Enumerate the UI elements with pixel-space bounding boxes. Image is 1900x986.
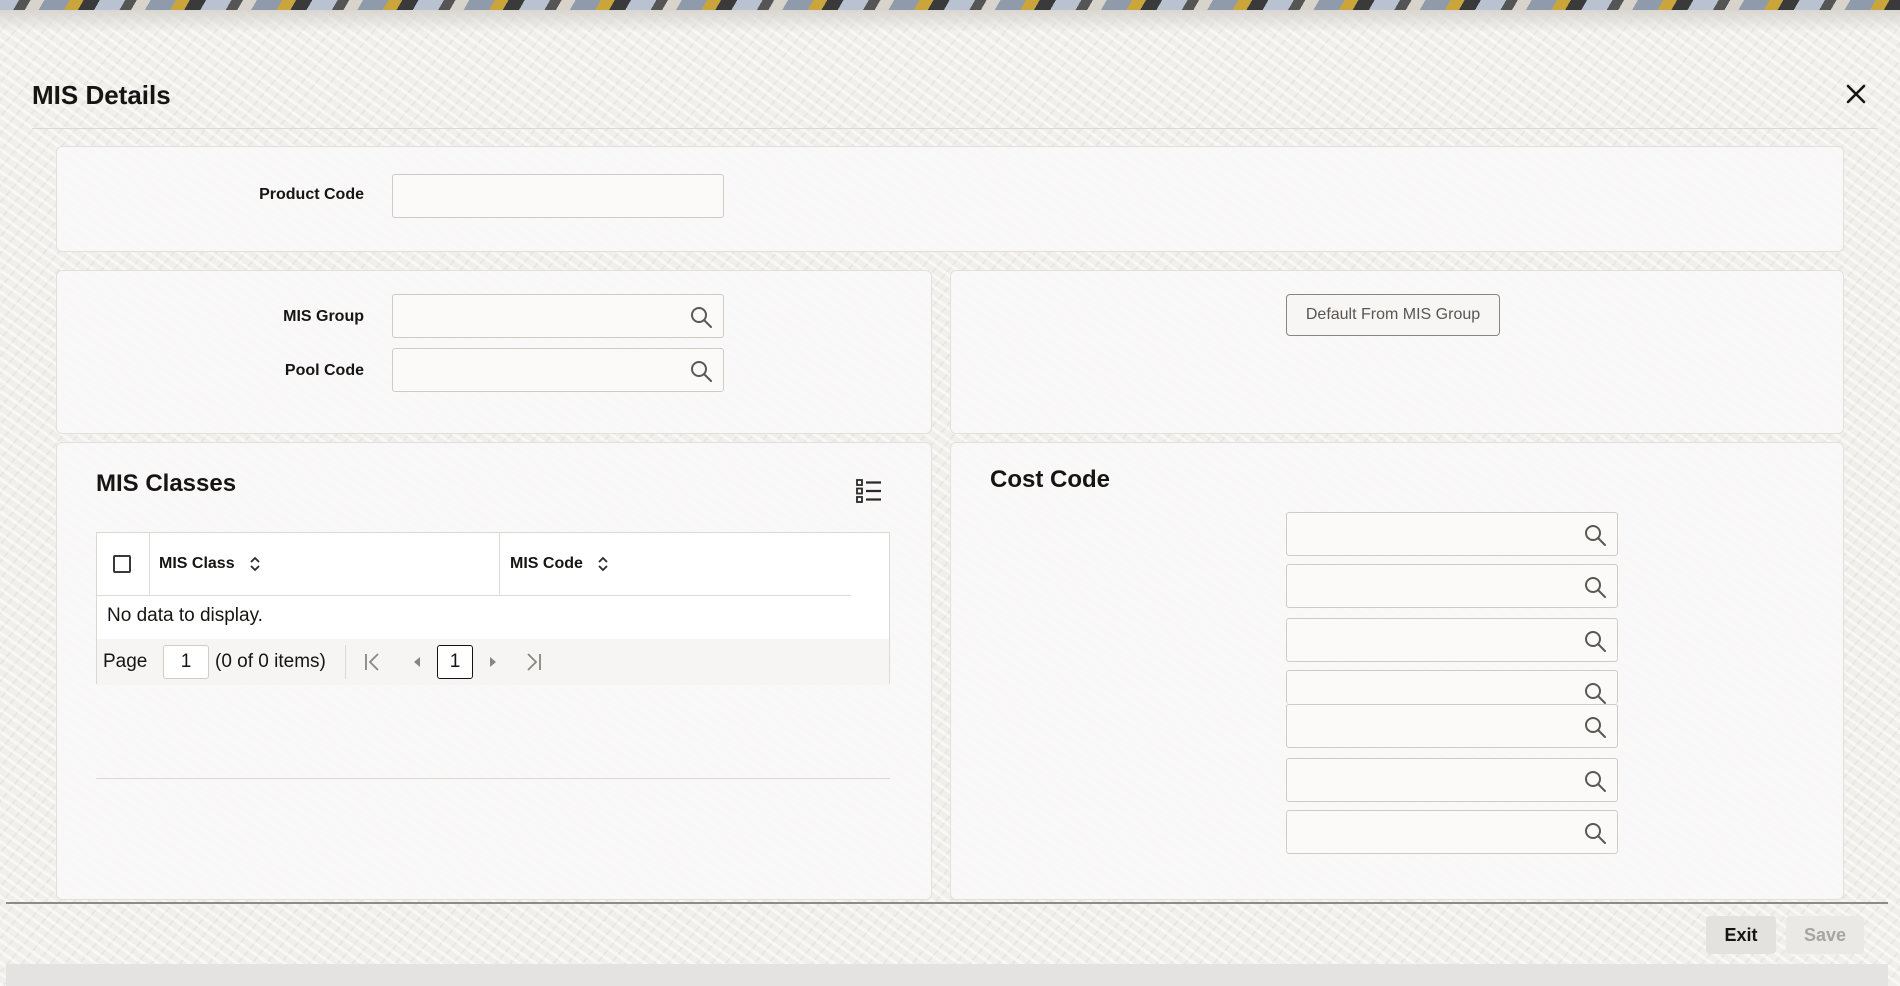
select-all-checkbox[interactable] xyxy=(113,555,131,573)
search-icon[interactable] xyxy=(1583,575,1607,599)
sort-icon[interactable] xyxy=(597,555,609,573)
status-bar xyxy=(6,964,1888,986)
cost-code-field-1[interactable] xyxy=(1286,512,1618,556)
mis-group-field[interactable] xyxy=(392,294,724,338)
pagination-bar: Page 1 (0 of 0 items) 1 xyxy=(97,639,889,685)
dialog-title: MIS Details xyxy=(32,80,171,110)
current-page-button[interactable]: 1 xyxy=(437,645,473,679)
empty-table-message: No data to display. xyxy=(107,605,263,626)
exit-button[interactable]: Exit xyxy=(1706,916,1776,954)
cost-code-field-6[interactable] xyxy=(1286,758,1618,802)
column-header-label: MIS Class xyxy=(159,555,235,572)
next-page-icon[interactable] xyxy=(483,651,503,673)
pool-code-label: Pool Code xyxy=(284,362,364,379)
default-from-mis-group-button[interactable]: Default From MIS Group xyxy=(1286,294,1500,336)
product-code-input[interactable] xyxy=(392,174,724,218)
pool-code-field[interactable] xyxy=(392,348,724,392)
select-all-cell xyxy=(97,533,150,595)
cost-code-title: Cost Code xyxy=(990,466,1110,493)
cost-code-field-7[interactable] xyxy=(1286,810,1618,854)
page-number-input[interactable]: 1 xyxy=(163,645,209,679)
title-divider xyxy=(32,128,1878,129)
cost-code-field-3[interactable] xyxy=(1286,618,1618,662)
items-count: (0 of 0 items) xyxy=(215,651,326,672)
pager-divider xyxy=(345,645,346,679)
header-banner xyxy=(0,0,1900,10)
first-page-icon[interactable] xyxy=(363,651,383,673)
footer-divider xyxy=(6,902,1888,904)
column-header-mis-class[interactable]: MIS Class xyxy=(149,533,500,595)
search-icon[interactable] xyxy=(1583,523,1607,547)
search-icon[interactable] xyxy=(689,305,713,329)
search-icon[interactable] xyxy=(1583,715,1607,739)
mis-group-label: MIS Group xyxy=(283,308,364,325)
search-icon[interactable] xyxy=(689,359,713,383)
column-header-mis-code[interactable]: MIS Code xyxy=(500,533,850,595)
cost-code-field-4[interactable] xyxy=(1286,670,1618,704)
cost-code-field-2[interactable] xyxy=(1286,564,1618,608)
search-icon[interactable] xyxy=(1583,681,1607,704)
mis-classes-table: MIS Class MIS Code No data to display. P… xyxy=(96,532,890,685)
search-icon[interactable] xyxy=(1583,769,1607,793)
previous-page-icon[interactable] xyxy=(407,651,427,673)
header-banner-shadow xyxy=(0,10,1900,32)
last-page-icon[interactable] xyxy=(523,651,543,673)
save-button[interactable]: Save xyxy=(1786,916,1864,954)
sort-icon[interactable] xyxy=(249,555,261,573)
list-view-icon[interactable] xyxy=(856,478,882,504)
table-bottom-divider xyxy=(96,778,890,779)
search-icon[interactable] xyxy=(1583,821,1607,845)
search-icon[interactable] xyxy=(1583,629,1607,653)
mis-classes-title: MIS Classes xyxy=(96,470,237,497)
product-code-label: Product Code xyxy=(259,186,364,203)
table-header: MIS Class MIS Code xyxy=(97,533,851,596)
page-label: Page xyxy=(103,651,148,672)
close-icon[interactable] xyxy=(1842,80,1870,108)
cost-code-field-5[interactable] xyxy=(1286,704,1618,748)
column-header-label: MIS Code xyxy=(510,555,583,572)
